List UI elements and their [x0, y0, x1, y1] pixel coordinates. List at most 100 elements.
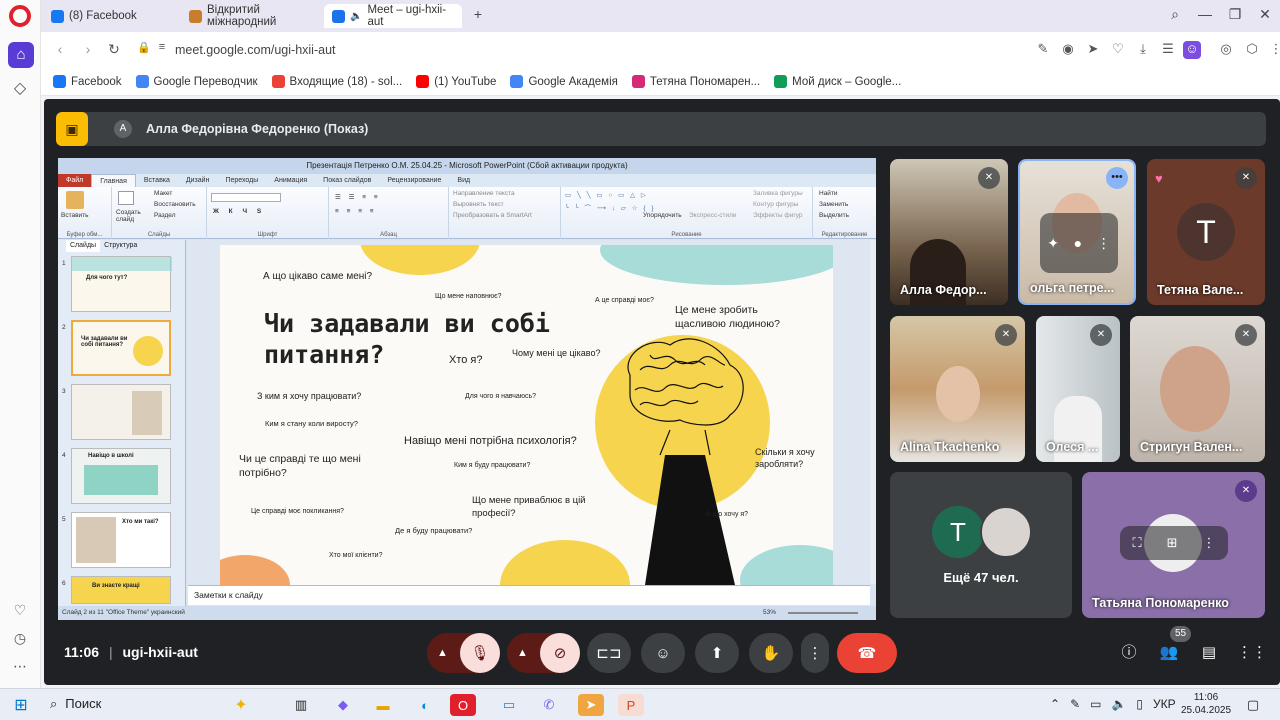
lock-icon[interactable]: 🔒: [135, 41, 153, 59]
settings-icon[interactable]: ≡: [153, 41, 171, 59]
slide-thumb-4[interactable]: Навіщо в школі: [71, 448, 171, 504]
chevron-up-icon[interactable]: ▲: [437, 647, 448, 659]
fill-button[interactable]: Заливка фигуры: [753, 190, 803, 197]
participant-tile[interactable]: ✕ Стригун Вален...: [1130, 316, 1265, 462]
camera-off-button[interactable]: ⊘: [540, 633, 580, 673]
stop-presenting-icon[interactable]: ▣: [56, 112, 88, 146]
shapes-gallery-row2[interactable]: ╰ ╰ ⌒ ⟶ ↓ ▱ ☆ { }: [565, 202, 656, 212]
telegram-icon[interactable]: ➤: [578, 694, 604, 716]
profile-icon[interactable]: ☺: [1183, 41, 1201, 59]
windows-start-icon[interactable]: ⊞: [8, 694, 34, 716]
participant-tile[interactable]: ✕ Алла Федор...: [890, 159, 1008, 305]
info-icon[interactable]: ⓘ: [1117, 641, 1141, 665]
bookmark-instagram[interactable]: Тетяна Пономарен...: [631, 75, 760, 88]
pen-icon[interactable]: ✎: [1070, 697, 1080, 711]
ppt-tab-home[interactable]: Главная: [91, 174, 136, 187]
tab-open-international[interactable]: Відкритий міжнародний: [181, 4, 319, 28]
pin-icon[interactable]: ⛶: [1132, 535, 1141, 551]
mute-icon[interactable]: ●: [1074, 235, 1082, 251]
slide-thumb-1[interactable]: Для чого тут?: [71, 256, 172, 312]
emoji-button[interactable]: ☺: [641, 633, 685, 673]
tab-meet[interactable]: 🔈 Meet – ugi-hxii-aut: [324, 4, 462, 28]
align-text-button[interactable]: Выровнять текст: [453, 201, 504, 208]
network-icon[interactable]: ▭: [1090, 697, 1101, 711]
paste-icon[interactable]: [66, 191, 84, 209]
list-icons[interactable]: ☰ ☰ ≡ ≡: [335, 193, 381, 201]
smartart-button[interactable]: Преобразовать в SmartArt: [453, 212, 532, 219]
text-direction-button[interactable]: Направление текста: [453, 190, 515, 197]
download-icon[interactable]: ⤓: [1134, 41, 1152, 59]
easy-setup-icon[interactable]: ☰: [1159, 41, 1177, 59]
forward-icon[interactable]: ›: [79, 41, 97, 59]
frame-icon[interactable]: ⊞: [1167, 535, 1178, 551]
vpn-icon[interactable]: ◎: [1217, 41, 1235, 59]
tile-hover-controls[interactable]: ✦ ● ⋮: [1040, 213, 1118, 273]
edge-icon[interactable]: ◐: [412, 694, 438, 716]
extensions-icon[interactable]: ⬡: [1243, 41, 1261, 59]
url-field[interactable]: meet.google.com/ugi-hxii-aut: [171, 38, 1031, 62]
tab-facebook[interactable]: (8) Facebook: [43, 4, 173, 28]
volume-icon[interactable]: 🔈: [1111, 697, 1126, 711]
people-icon[interactable]: 👥: [1157, 641, 1181, 665]
more-options-icon[interactable]: ⋮: [1202, 535, 1215, 551]
ppt-tab-view[interactable]: Вид: [449, 174, 478, 187]
copilot-sparkle-icon[interactable]: ✦: [228, 694, 254, 716]
ppt-tab-transitions[interactable]: Переходы: [217, 174, 266, 187]
pin-icon[interactable]: ◇: [10, 78, 30, 98]
copilot-icon[interactable]: ◆: [330, 694, 356, 716]
select-button[interactable]: Выделить: [819, 212, 849, 219]
activities-icon[interactable]: ⋮⋮: [1237, 641, 1267, 665]
ppt-tab-design[interactable]: Дизайн: [178, 174, 218, 187]
task-view-icon[interactable]: ▥: [288, 694, 314, 716]
menu-icon[interactable]: ⋮: [1267, 41, 1280, 59]
bookmark-translate[interactable]: Google Переводчик: [135, 75, 258, 88]
chat-icon[interactable]: ▤: [1197, 641, 1221, 665]
tab-slides[interactable]: Слайды: [66, 240, 101, 252]
bookmark-facebook[interactable]: Facebook: [53, 75, 122, 88]
minimize-icon[interactable]: —: [1194, 6, 1216, 26]
history-icon[interactable]: ◷: [9, 630, 31, 652]
replace-button[interactable]: Заменить: [819, 201, 848, 208]
viber-icon[interactable]: ✆: [536, 694, 562, 716]
new-slide-icon[interactable]: [118, 191, 134, 205]
opera-taskbar-icon[interactable]: O: [450, 694, 476, 716]
back-icon[interactable]: ‹: [51, 41, 69, 59]
chevron-up-icon[interactable]: ⌃: [1050, 697, 1060, 711]
heart-icon[interactable]: ♡: [1109, 41, 1127, 59]
effects-button[interactable]: Эффекты фигур: [753, 212, 803, 219]
file-explorer-icon[interactable]: ▬: [370, 694, 396, 716]
camera-icon[interactable]: ◉: [1059, 41, 1077, 59]
zoom-slider[interactable]: [788, 612, 858, 614]
present-button[interactable]: ⬆: [695, 633, 739, 673]
taskbar-clock[interactable]: 11:06 25.04.2025: [1176, 691, 1236, 717]
more-icon[interactable]: ⋯: [9, 658, 31, 680]
ppt-tab-slideshow[interactable]: Показ слайдов: [315, 174, 379, 187]
camera-control[interactable]: ▲ ⊘: [507, 633, 580, 673]
pin-icon[interactable]: ✦: [1047, 235, 1059, 252]
arrange-button[interactable]: Упорядочить: [643, 212, 682, 219]
participant-tile[interactable]: ✕ Олеся ...: [1036, 316, 1120, 462]
slide-thumb-3[interactable]: [71, 384, 171, 440]
bookmark-scholar[interactable]: Google Академія: [510, 75, 618, 88]
participant-tile[interactable]: ♥ ✕ Т Тетяна Вале...: [1147, 159, 1265, 305]
system-tray[interactable]: ⌃ ✎ ▭ 🔈 ▯ УКР: [1050, 697, 1176, 711]
chevron-up-icon[interactable]: ▲: [517, 647, 528, 659]
slide-scrollbar[interactable]: [870, 240, 876, 584]
edit-icon[interactable]: ✎: [1034, 41, 1052, 59]
powerpoint-icon[interactable]: P: [618, 694, 644, 716]
taskbar-search[interactable]: ⌕ Поиск: [50, 696, 101, 712]
more-participants-tile[interactable]: Т Ещё 47 чел.: [890, 472, 1072, 618]
language-indicator[interactable]: УКР: [1153, 697, 1176, 711]
bookmark-gmail[interactable]: Входящие (18) - sol...: [271, 75, 402, 88]
ppt-tab-review[interactable]: Рецензирование: [379, 174, 449, 187]
notes-pane[interactable]: Заметки к слайду: [188, 585, 870, 605]
shapes-gallery[interactable]: ▭ ╲ ╲ ▭ ○ ▭ △ ▷: [565, 191, 648, 199]
ppt-tab-file[interactable]: Файл: [58, 174, 92, 187]
home-icon[interactable]: ⌂: [8, 42, 34, 68]
maximize-icon[interactable]: ❐: [1224, 6, 1246, 26]
leave-call-button[interactable]: ☎: [837, 633, 897, 673]
more-icon[interactable]: •••: [1106, 167, 1128, 189]
battery-icon[interactable]: ▯: [1136, 697, 1143, 711]
participant-tile[interactable]: ✕ Alina Tkachenko: [890, 316, 1025, 462]
captions-button[interactable]: ⊏⊐: [587, 633, 631, 673]
